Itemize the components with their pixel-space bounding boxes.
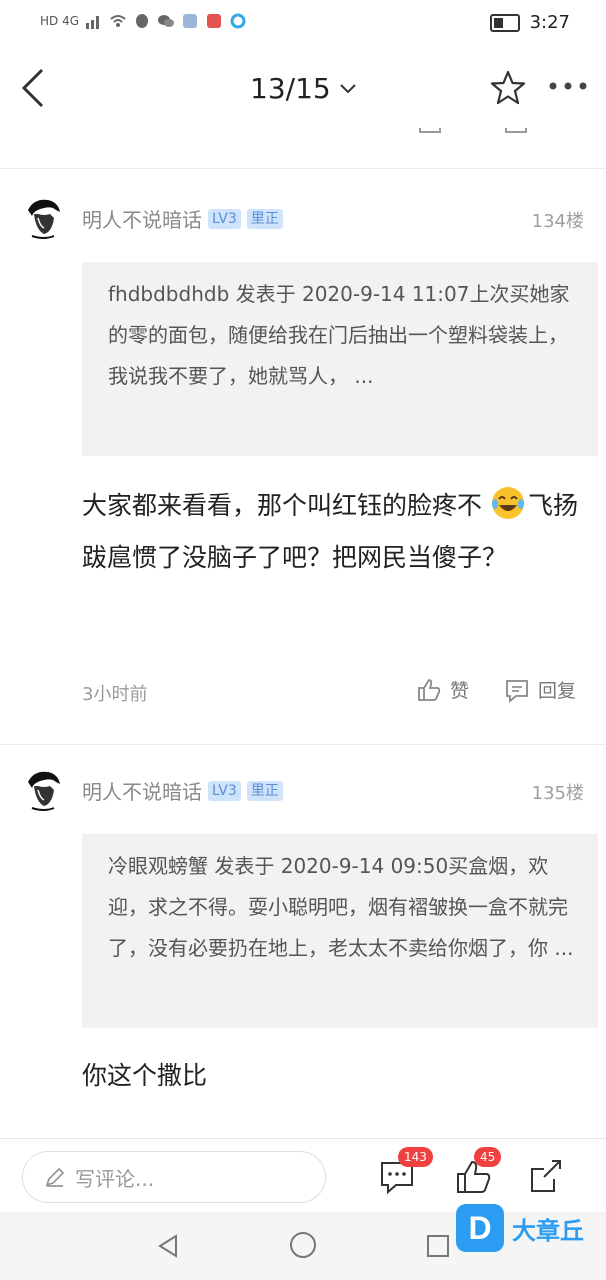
system-home-icon[interactable] [288, 1230, 318, 1260]
level-badge: LV3 [208, 208, 241, 229]
reply-label: 回复 [538, 680, 577, 702]
comment-text: 大家都来看看，那个叫红钰的脸疼不 [82, 491, 483, 520]
app-notification-icon [207, 14, 222, 28]
more-options-icon[interactable] [546, 76, 590, 96]
laughing-tears-emoji-icon [491, 487, 524, 519]
status-icons: HD 4G [40, 12, 247, 30]
top-nav: 13/15 [0, 48, 606, 128]
network-indicator: HD 4G [40, 14, 80, 28]
like-label: 赞 [450, 680, 470, 702]
title-badge: 里正 [246, 208, 283, 229]
page-indicator[interactable]: 13/15 [250, 72, 357, 105]
level-badge: LV3 [208, 780, 241, 801]
previous-comment-actions [0, 128, 606, 138]
avatar[interactable] [22, 196, 64, 240]
system-recents-icon[interactable] [424, 1232, 452, 1260]
reply-bubble-icon [506, 679, 528, 703]
reply-button[interactable]: 回复 [504, 676, 576, 703]
app-notification-icon [183, 14, 198, 28]
bottom-comment-bar: 写评论... 143 45 [0, 1138, 606, 1213]
watermark-text: 大章丘 [512, 1216, 584, 1245]
quoted-post[interactable]: fhdbdbdhdb 发表于 2020-9-14 11:07上次买她家的零的面包… [82, 262, 598, 456]
like-icon [419, 128, 441, 133]
comment-content: 你这个撒比 [82, 1061, 208, 1090]
comment-input-placeholder: 写评论... [75, 1166, 155, 1191]
comment-input[interactable]: 写评论... [22, 1151, 326, 1203]
floor-number: 134楼 [531, 211, 584, 232]
comments-button[interactable]: 143 [378, 1147, 433, 1197]
share-icon [531, 1160, 561, 1192]
comment-content: 大家都来看看，那个叫红钰的脸疼不 飞扬跋扈惯了没脑子了吧？把网民当傻子？ [82, 480, 582, 584]
username[interactable]: 明人不说暗话 [82, 776, 202, 805]
signal-icon [86, 16, 100, 29]
pencil-icon [45, 1167, 65, 1187]
battery-icon [489, 13, 520, 32]
wechat-icon [158, 15, 175, 27]
user-info: 明人不说暗话 LV3 里正 [82, 204, 283, 233]
watermark-logo: D [456, 1204, 504, 1252]
share-button[interactable] [526, 1157, 566, 1197]
comment-item: 明人不说暗话 LV3 里正 135楼 冷眼观螃蟹 发表于 2020-9-14 0… [0, 762, 606, 1138]
user-info: 明人不说暗话 LV3 里正 [82, 776, 283, 805]
thumbs-up-icon [418, 678, 441, 701]
reply-icon [505, 128, 527, 133]
like-post-button[interactable]: 45 [454, 1147, 502, 1197]
floor-number: 135楼 [531, 783, 584, 804]
avatar[interactable] [22, 768, 64, 812]
status-bar: HD 4G 3:27 [0, 0, 606, 48]
watermark: D 大章丘 [456, 1204, 584, 1252]
favorite-star-icon[interactable] [488, 68, 528, 108]
app-notification-icon [230, 13, 246, 29]
quoted-post[interactable]: 冷眼观螃蟹 发表于 2020-9-14 09:50买盒烟，欢迎，求之不得。耍小聪… [82, 834, 598, 1028]
title-badge: 里正 [246, 780, 283, 801]
qq-icon [136, 14, 149, 28]
comment-count-badge: 143 [398, 1147, 433, 1167]
comment-item: 明人不说暗话 LV3 里正 134楼 fhdbdbdhdb 发表于 2020-9… [0, 190, 606, 744]
chevron-down-icon [339, 83, 356, 93]
system-back-icon[interactable] [154, 1232, 182, 1260]
like-button[interactable]: 赞 [416, 676, 469, 703]
divider [0, 744, 606, 745]
comment-time: 3小时前 [82, 684, 148, 705]
status-right: 3:27 [489, 12, 570, 33]
divider [0, 168, 606, 169]
clock: 3:27 [529, 12, 570, 33]
back-arrow-icon[interactable] [18, 66, 54, 110]
wifi-icon [110, 15, 126, 27]
page-indicator-label: 13/15 [250, 72, 331, 105]
username[interactable]: 明人不说暗话 [82, 204, 202, 233]
like-count-badge: 45 [474, 1147, 502, 1167]
